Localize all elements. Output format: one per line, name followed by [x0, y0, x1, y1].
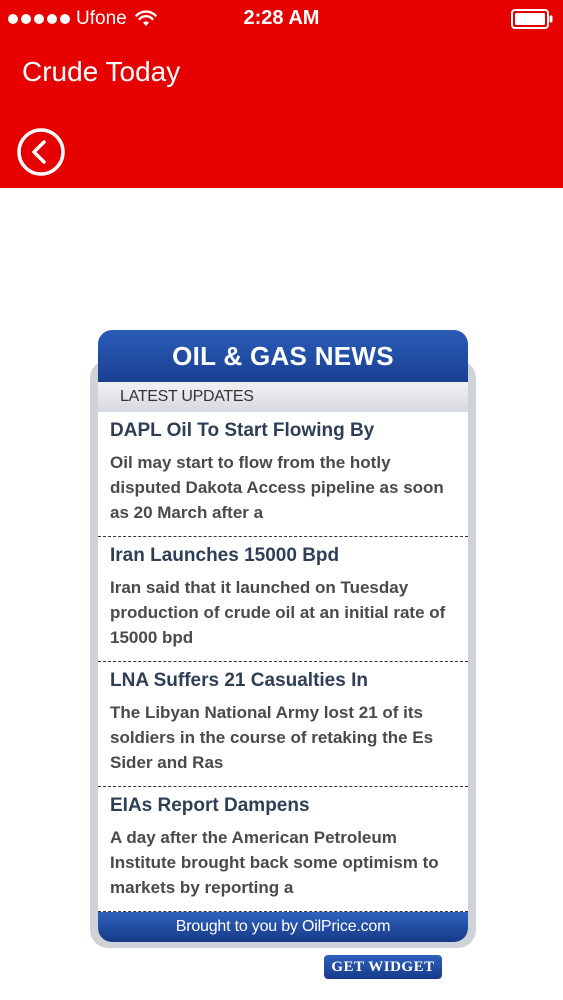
news-item[interactable]: LNA Suffers 21 Casualties In The Libyan … [98, 662, 468, 787]
widget-subtitle: LATEST UPDATES [98, 382, 468, 412]
news-title[interactable]: Iran Launches 15000 Bpd [110, 545, 456, 567]
app-header: Ufone 2:28 AM Crude Today [0, 0, 563, 188]
news-list: DAPL Oil To Start Flowing By Oil may sta… [98, 412, 468, 912]
status-bar: Ufone 2:28 AM [0, 0, 563, 38]
news-item[interactable]: DAPL Oil To Start Flowing By Oil may sta… [98, 412, 468, 537]
widget-footer-link[interactable]: Brought to you by OilPrice.com [98, 912, 468, 942]
news-title[interactable]: EIAs Report Dampens [110, 795, 456, 817]
status-time: 2:28 AM [243, 7, 320, 29]
battery-icon [511, 9, 553, 29]
news-summary: The Libyan National Army lost 21 of its … [110, 703, 434, 772]
news-summary: A day after the American Petroleum Insti… [110, 828, 439, 897]
news-item[interactable]: EIAs Report Dampens A day after the Amer… [98, 787, 468, 912]
widget-title: OIL & GAS NEWS [98, 330, 468, 382]
news-title[interactable]: DAPL Oil To Start Flowing By [110, 420, 456, 442]
back-circle-icon[interactable] [16, 127, 66, 177]
app-title: Crude Today [22, 56, 181, 87]
news-summary: Iran said that it launched on Tuesday pr… [110, 578, 446, 647]
get-widget-button[interactable]: GET WIDGET [324, 955, 442, 979]
oil-gas-news-widget: OIL & GAS NEWS LATEST UPDATES DAPL Oil T… [90, 330, 476, 948]
news-summary: Oil may start to flow from the hotly dis… [110, 453, 444, 522]
news-item[interactable]: Iran Launches 15000 Bpd Iran said that i… [98, 537, 468, 662]
news-title[interactable]: LNA Suffers 21 Casualties In [110, 670, 456, 692]
